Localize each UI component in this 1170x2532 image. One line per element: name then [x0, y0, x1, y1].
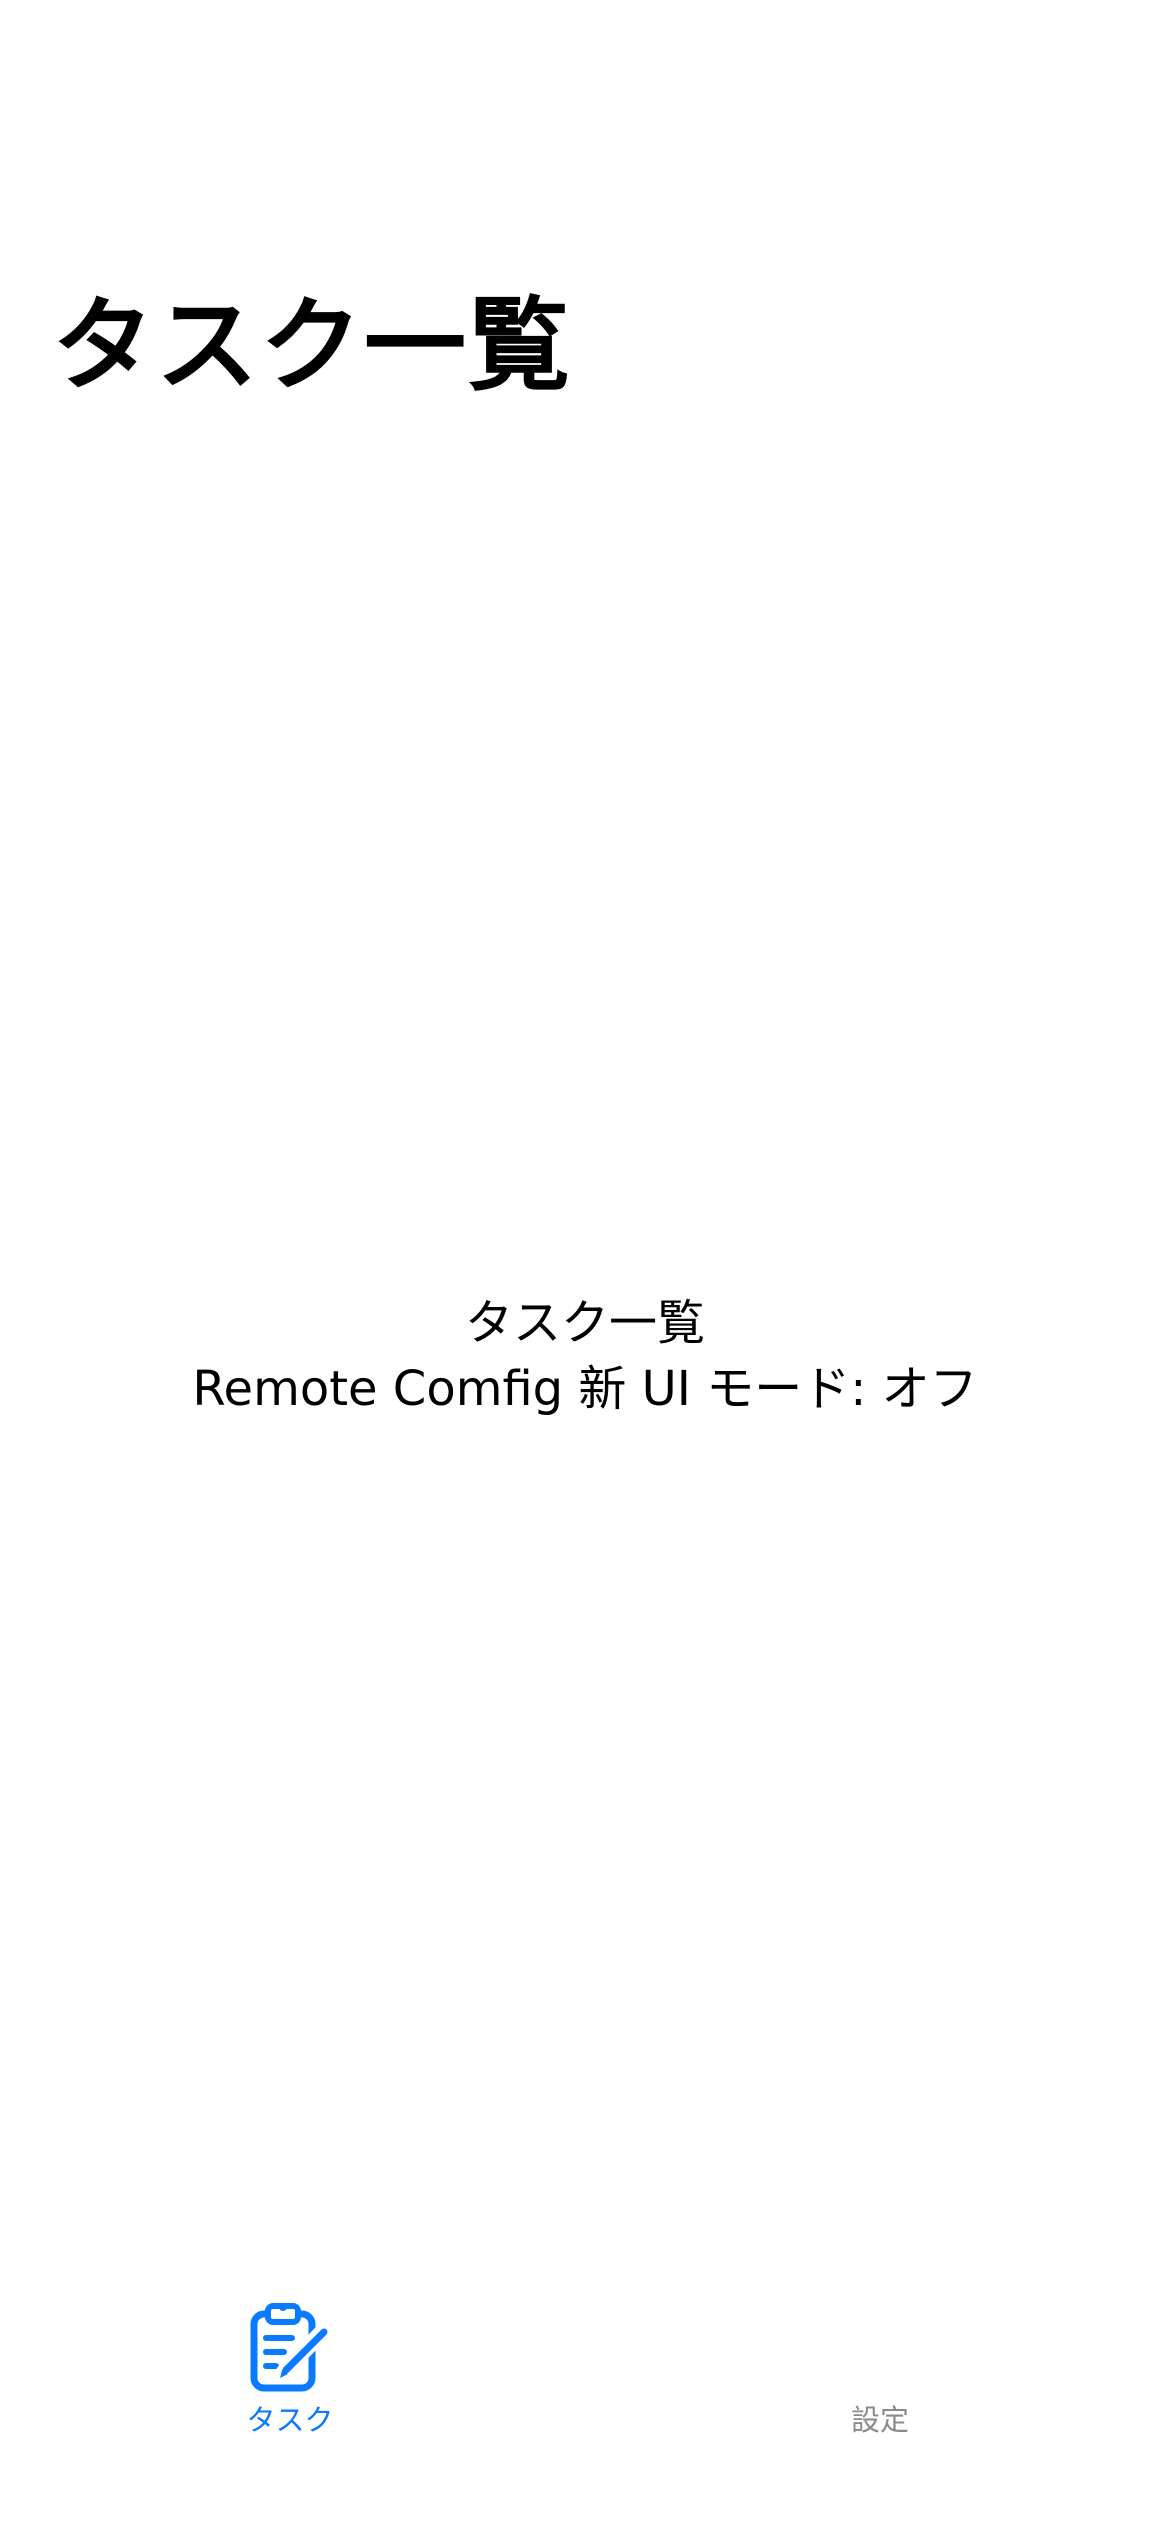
tab-settings-label: 設定 — [850, 2403, 909, 2437]
tab-tasks[interactable]: タスク — [0, 2280, 585, 2480]
content-heading: タスク一覧 — [464, 1295, 705, 1351]
tab-tasks-label: タスク — [246, 2403, 334, 2437]
page-title: タスク一覧 — [52, 287, 572, 406]
clipboard-edit-icon — [250, 2303, 332, 2392]
tab-bar: タスク 設定 — [0, 2280, 1170, 2532]
main-content: タスク一覧 Remote Comfig 新 UI モード: オフ — [0, 1290, 1170, 1422]
remote-config-status-text: Remote Comfig 新 UI モード: オフ — [192, 1361, 978, 1417]
tab-settings[interactable]: 設定 — [585, 2280, 1170, 2480]
